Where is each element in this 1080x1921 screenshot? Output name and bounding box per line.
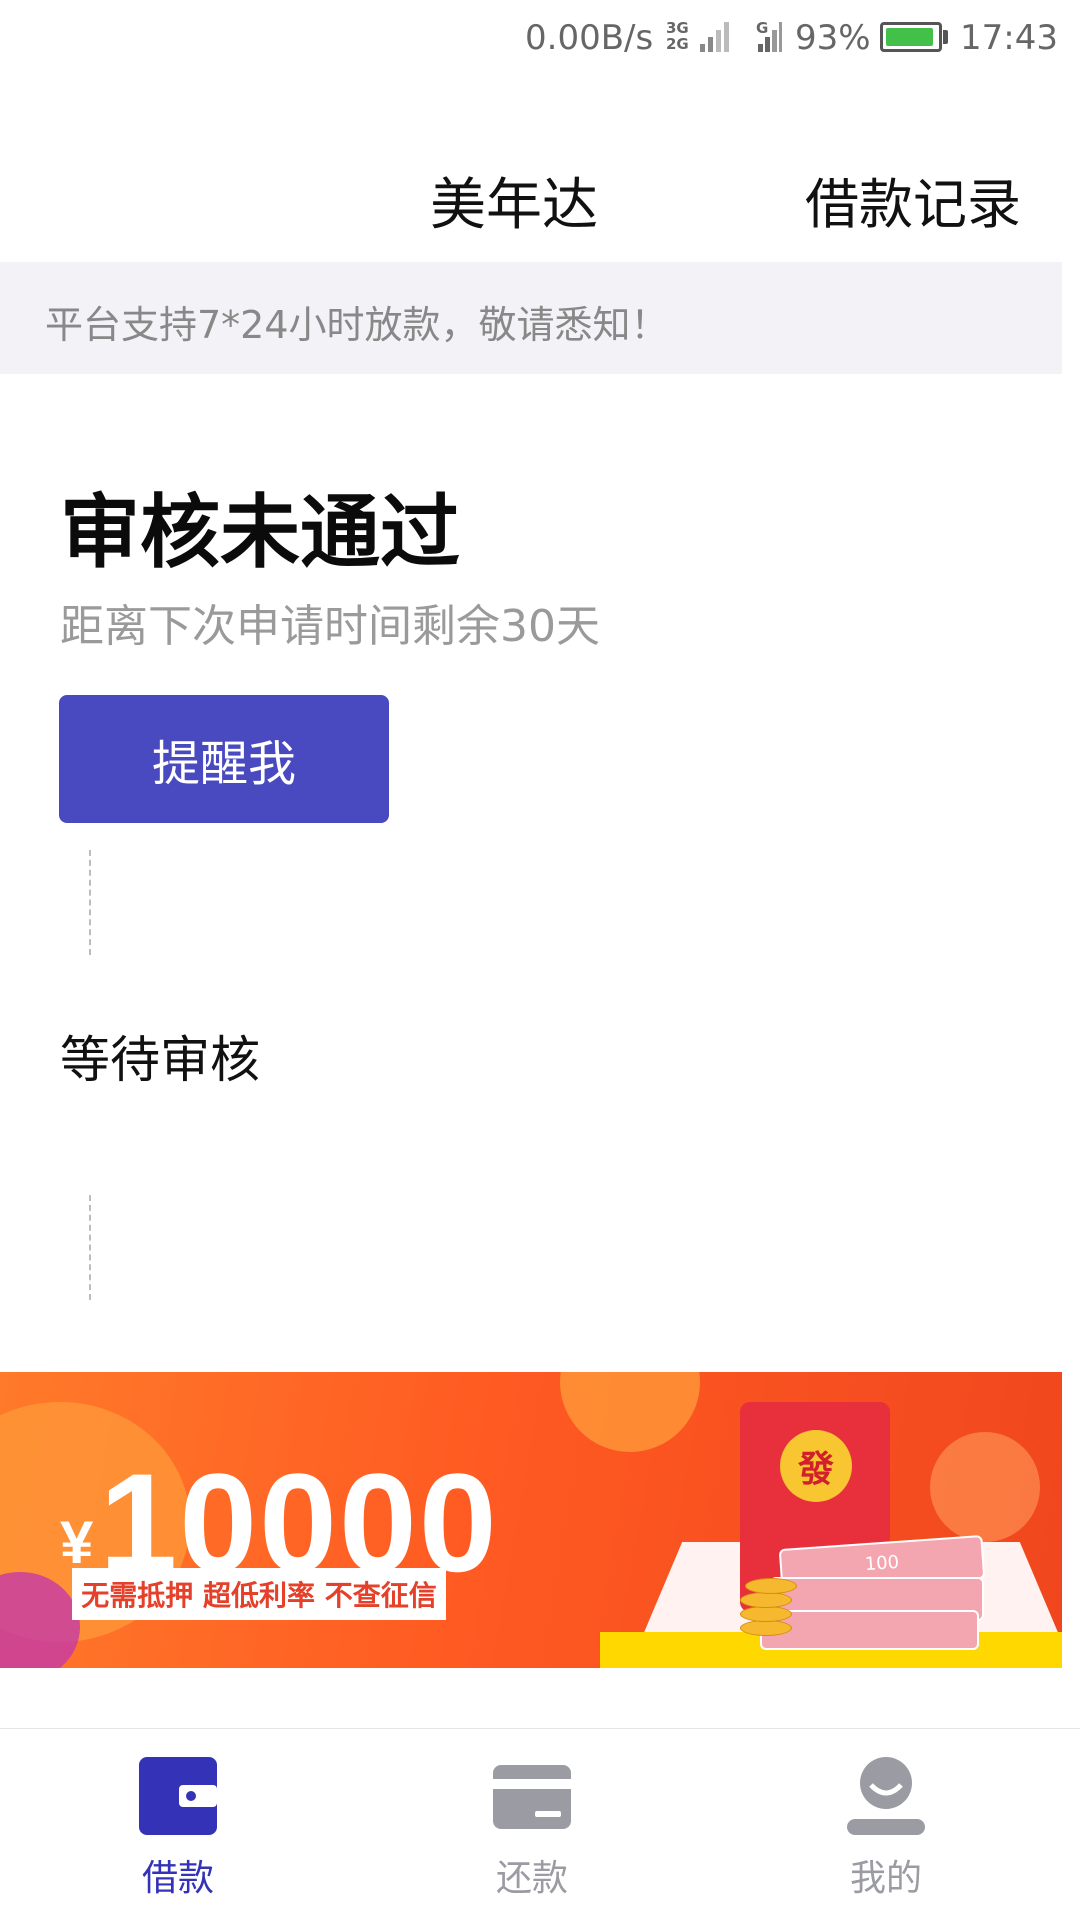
review-status-title: 审核未通过 [60,486,460,579]
tab-borrow-label: 借款 [141,1858,214,1899]
fortune-emblem: 發 [780,1430,852,1502]
page-title: 美年达 [430,173,598,238]
tab-mine-label: 我的 [849,1858,922,1899]
tab-mine[interactable]: 我的 [786,1729,986,1921]
wallet-icon [139,1757,217,1835]
step-label: 等待审核 [60,1031,260,1089]
battery-icon [880,22,942,52]
decor-blob [560,1372,700,1452]
cash-icon [760,1610,979,1650]
decor-blob [930,1432,1040,1542]
promo-banner[interactable]: ¥10000 无需抵押 超低利率 不查征信 發 100 [0,1372,1062,1668]
coin-icon [740,1592,792,1608]
notice-bar: 平台支持7*24小时放款，敬请悉知！ [0,262,1062,374]
signal-icon-sim2 [758,22,782,52]
remind-me-button[interactable]: 提醒我 [59,695,389,823]
coin-icon [740,1620,792,1636]
battery-tip [943,30,948,44]
bottom-tab-bar: 借款 还款 我的 [0,1728,1080,1921]
tab-borrow[interactable]: 借款 [78,1729,278,1921]
battery-percent: 93% [795,18,871,58]
notice-text: 平台支持7*24小时放款，敬请悉知！ [45,303,669,347]
step-connector [89,1195,91,1300]
signal-icon-sim1 [700,22,729,52]
review-status-subtitle: 距离下次申请时间剩余30天 [60,601,600,652]
card-icon [493,1765,571,1829]
coin-icon [745,1578,797,1594]
clock: 17:43 [960,18,1058,58]
battery-level [886,28,933,46]
network-type-label: 3G 2G [666,19,689,53]
tab-repay-label: 还款 [495,1858,568,1899]
person-icon [847,1757,925,1835]
network-speed: 0.00B/s [525,18,654,58]
step-connector [89,850,91,955]
currency-symbol: ¥ [60,1509,94,1576]
banner-tagline: 无需抵押 超低利率 不查征信 [72,1568,446,1620]
loan-record-link[interactable]: 借款记录 [805,160,1021,239]
tab-repay[interactable]: 还款 [432,1729,632,1921]
coin-icon [740,1606,792,1622]
status-bar: 0.00B/s 3G 2G G 93% 17:43 [0,0,1080,80]
